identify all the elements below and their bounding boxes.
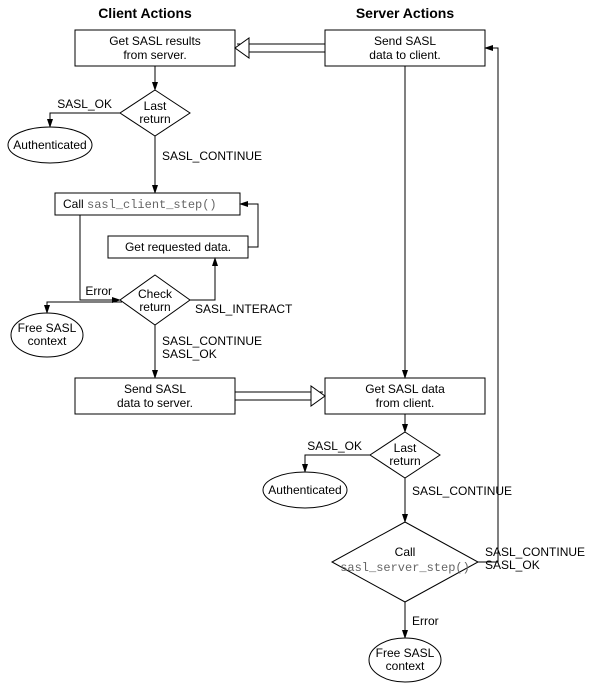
call-server-step-prefix: Call: [395, 545, 416, 559]
free-ctx-1-l2: context: [28, 334, 67, 348]
authenticated-1-text: Authenticated: [13, 138, 86, 152]
label-sasl-ok-2: SASL_OK: [307, 439, 362, 453]
call-client-step-prefix: Call: [63, 197, 87, 211]
last-return-2-l1: Last: [394, 441, 417, 455]
label-cont-ok-2a: SASL_CONTINUE: [485, 545, 585, 559]
label-cont-ok-1b: SASL_OK: [162, 347, 217, 361]
check-return-l2: return: [139, 300, 170, 314]
free-ctx-2-l2: context: [386, 659, 425, 673]
sasl-flowchart: Client Actions Server Actions Send SASL …: [0, 0, 593, 696]
label-cont-ok-2b: SASL_OK: [485, 558, 540, 572]
label-sasl-continue-1: SASL_CONTINUE: [162, 149, 262, 163]
hollow-arrow-icon: [235, 38, 249, 58]
get-requested-text: Get requested data.: [125, 240, 231, 254]
label-error-2: Error: [412, 614, 439, 628]
last-return-1-l1: Last: [144, 99, 167, 113]
check-return-l1: Check: [138, 287, 173, 301]
label-sasl-continue-2: SASL_CONTINUE: [412, 484, 512, 498]
authenticated-2-text: Authenticated: [268, 483, 341, 497]
server-get-data-l2: from client.: [376, 396, 435, 410]
svg-text:Call sasl_client_step(): Call sasl_client_step(): [63, 197, 217, 212]
client-send-data-l2: data to server.: [117, 396, 193, 410]
label-sasl-interact: SASL_INTERACT: [195, 302, 293, 316]
client-get-results-l2: from server.: [123, 48, 186, 62]
header-client: Client Actions: [98, 5, 192, 21]
free-ctx-2-l1: Free SASL: [376, 646, 435, 660]
client-send-data-l1: Send SASL: [124, 382, 186, 396]
call-server-step-fn: sasl_server_step(): [340, 561, 470, 575]
header-server: Server Actions: [356, 5, 455, 21]
server-send-data-l2: data to client.: [369, 48, 440, 62]
label-sasl-ok-1: SASL_OK: [57, 97, 112, 111]
client-get-results-l1: Get SASL results: [109, 34, 201, 48]
last-return-1-l2: return: [139, 112, 170, 126]
hollow-arrow-icon-2: [311, 386, 325, 406]
last-return-2-l2: return: [389, 454, 420, 468]
label-error-1: Error: [85, 284, 112, 298]
label-cont-ok-1a: SASL_CONTINUE: [162, 334, 262, 348]
call-client-step-fn: sasl_client_step(): [87, 198, 217, 212]
server-send-data-l1: Send SASL: [374, 34, 436, 48]
server-get-data-l1: Get SASL data: [365, 382, 445, 396]
free-ctx-1-l1: Free SASL: [18, 321, 77, 335]
